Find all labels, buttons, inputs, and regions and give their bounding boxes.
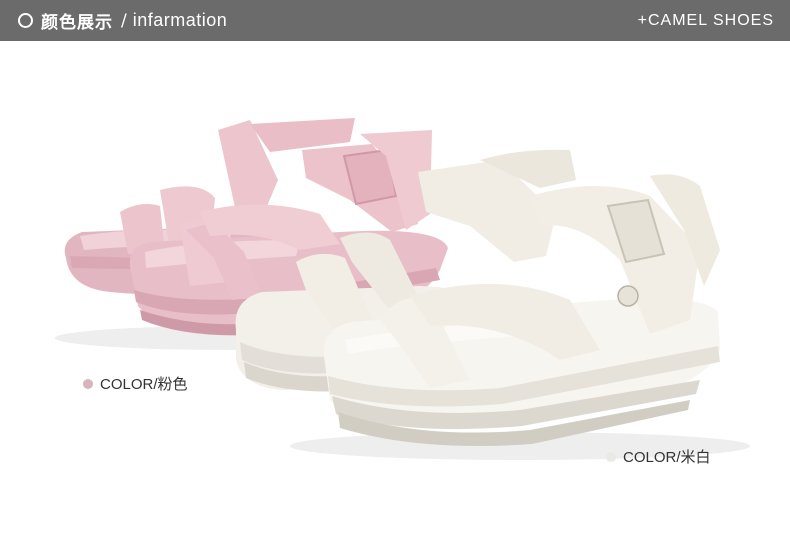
color-option-white: COLOR/米白 bbox=[606, 446, 711, 467]
title-separator: / bbox=[121, 10, 127, 31]
color-label-text: COLOR/粉色 bbox=[100, 376, 188, 393]
color-label-text: COLOR/米白 bbox=[623, 449, 711, 466]
circle-icon bbox=[18, 13, 33, 28]
color-option-pink: COLOR/粉色 bbox=[83, 373, 188, 394]
swatch-white bbox=[606, 451, 616, 462]
header-banner: 颜色展示 / infarmation +CAMEL SHOES bbox=[0, 0, 790, 41]
header-title-group: 颜色展示 / infarmation bbox=[18, 0, 227, 41]
section-title-cn: 颜色展示 bbox=[41, 13, 113, 33]
product-photo bbox=[55, 118, 750, 460]
swatch-pink bbox=[83, 378, 93, 389]
brand-name: +CAMEL SHOES bbox=[637, 12, 774, 29]
section-title-en: infarmation bbox=[132, 10, 228, 30]
